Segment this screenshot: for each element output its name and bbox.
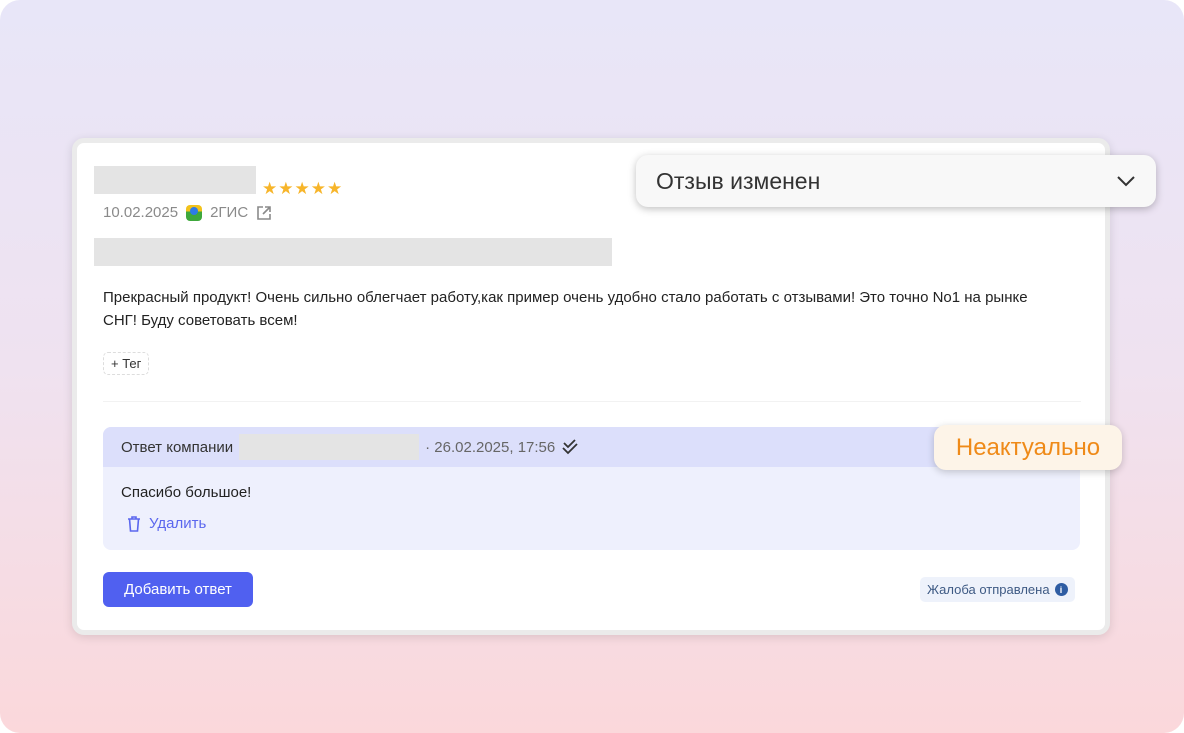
delete-reply-button[interactable]: Удалить [127, 515, 206, 532]
info-icon[interactable]: i [1054, 583, 1068, 596]
dropdown-value: Отзыв изменен [656, 167, 821, 194]
complaint-label: Жалоба отправлена [927, 582, 1050, 597]
status-badge: Неактуально [934, 425, 1122, 470]
reply-label: Ответ компании [121, 438, 234, 456]
review-title-redacted [94, 238, 612, 266]
company-name-redacted [239, 434, 420, 460]
complaint-status: Жалоба отправлена i [920, 577, 1075, 602]
author-name-redacted [94, 166, 256, 194]
review-meta: 10.02.2025 2ГИС [103, 204, 272, 221]
trash-icon [128, 515, 140, 532]
delete-label: Удалить [149, 515, 207, 532]
reply-text: Спасибо большое! [121, 484, 252, 501]
divider [103, 401, 1081, 402]
review-source: 2ГИС [210, 204, 249, 221]
external-link-icon[interactable] [256, 205, 272, 221]
review-status-dropdown[interactable]: Отзыв изменен [636, 155, 1156, 207]
2gis-logo-icon [186, 204, 203, 221]
rating-stars: ★★★★★ [262, 179, 344, 198]
add-reply-button[interactable]: Добавить ответ [103, 572, 253, 607]
review-text: Прекрасный продукт! Очень сильно облегча… [103, 289, 1028, 329]
add-tag-button[interactable]: + Тег [103, 352, 150, 375]
reply-date: · 26.02.2025, 17:56 [425, 438, 556, 456]
review-card: ★★★★★ 10.02.2025 2ГИС Прекрасный продукт… [72, 138, 1110, 635]
double-check-icon [562, 439, 578, 455]
review-date: 10.02.2025 [103, 204, 179, 221]
chevron-down-icon [1117, 176, 1135, 187]
